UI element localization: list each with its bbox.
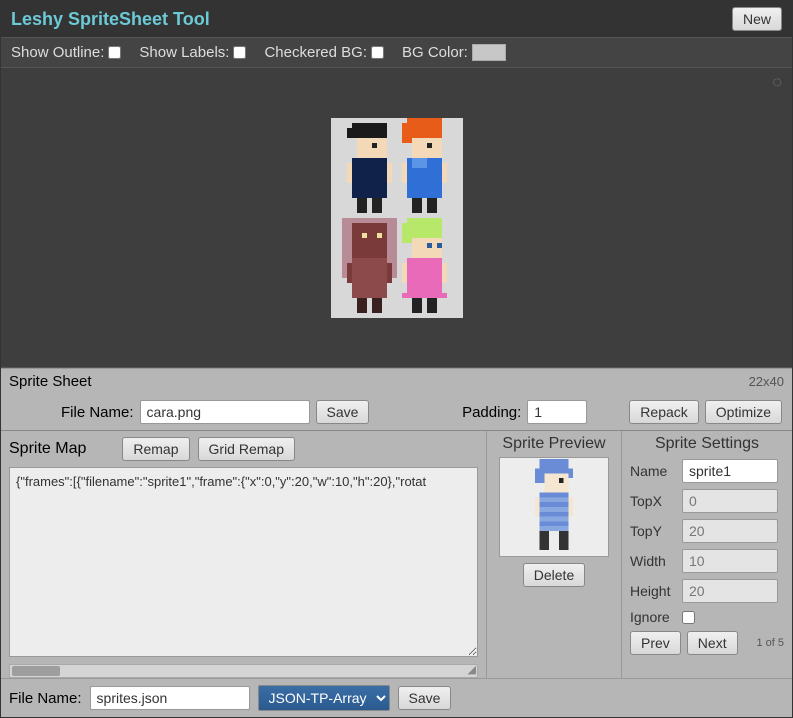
view-toolbar: Show Outline: Show Labels: Checkered BG:…: [1, 38, 792, 68]
spritesheet-controls: File Name: Save Padding: Repack Optimize: [1, 394, 792, 431]
title-bar: Leshy SpriteSheet Tool New: [1, 1, 792, 38]
height-input[interactable]: [682, 579, 778, 603]
sprite-preview-box: [499, 457, 609, 557]
app-title: Leshy SpriteSheet Tool: [11, 9, 210, 30]
bg-color-label: BG Color:: [402, 44, 506, 61]
lower-panels: Sprite Map Remap Grid Remap {"frames":[{…: [1, 431, 792, 678]
scrollbar-thumb[interactable]: [12, 666, 60, 676]
delete-sprite-button[interactable]: Delete: [523, 563, 585, 587]
optimize-button[interactable]: Optimize: [705, 400, 782, 424]
remap-button[interactable]: Remap: [122, 437, 189, 461]
sprite-preview-panel: Sprite Preview: [487, 431, 622, 678]
height-field-label: Height: [630, 583, 676, 599]
sprite-map-panel: Sprite Map Remap Grid Remap {"frames":[{…: [1, 431, 487, 678]
resize-grip-icon[interactable]: ◢: [468, 663, 476, 676]
ignore-checkbox[interactable]: [682, 611, 695, 624]
sprite-preview-image: [524, 459, 584, 555]
spritesheet-header: Sprite Sheet 22x40: [1, 368, 792, 394]
sprite-name-input[interactable]: [682, 459, 778, 483]
loading-icon: ◌: [772, 74, 782, 92]
spritesheet-image[interactable]: [331, 118, 463, 318]
sprite-preview-label: Sprite Preview: [493, 435, 615, 453]
bg-color-text: BG Color:: [402, 44, 468, 61]
topy-field-label: TopY: [630, 523, 676, 539]
show-labels-text: Show Labels:: [139, 44, 229, 61]
show-outline-text: Show Outline:: [11, 44, 104, 61]
checkered-bg-checkbox[interactable]: [371, 46, 384, 59]
prev-sprite-button[interactable]: Prev: [630, 631, 681, 655]
show-outline-checkbox[interactable]: [108, 46, 121, 59]
ignore-field-label: Ignore: [630, 609, 676, 625]
export-format-select[interactable]: JSON-TP-Array: [258, 685, 390, 711]
repack-button[interactable]: Repack: [629, 400, 698, 424]
sprite-settings-panel: Sprite Settings Name TopX TopY Width Hei…: [622, 431, 792, 678]
app-window: Leshy SpriteSheet Tool New Show Outline:…: [0, 0, 793, 718]
show-labels-label: Show Labels:: [139, 44, 246, 61]
width-input[interactable]: [682, 549, 778, 573]
spritesheet-filename-label: File Name:: [61, 404, 134, 421]
export-row: File Name: JSON-TP-Array Save: [1, 678, 792, 717]
padding-label: Padding:: [462, 404, 521, 421]
sprite-settings-label: Sprite Settings: [630, 435, 784, 453]
topx-input[interactable]: [682, 489, 778, 513]
canvas-area[interactable]: ◌: [1, 68, 792, 368]
new-button[interactable]: New: [732, 7, 782, 31]
export-filename-input[interactable]: [90, 686, 250, 710]
sprite-map-textarea[interactable]: {"frames":[{"filename":"sprite1","frame"…: [9, 467, 478, 657]
export-save-button[interactable]: Save: [398, 686, 452, 710]
sprite-map-header: Sprite Map Remap Grid Remap: [9, 435, 478, 467]
show-labels-checkbox[interactable]: [233, 46, 246, 59]
export-filename-label: File Name:: [9, 690, 82, 707]
width-field-label: Width: [630, 553, 676, 569]
grid-remap-button[interactable]: Grid Remap: [198, 437, 295, 461]
topy-input[interactable]: [682, 519, 778, 543]
show-outline-label: Show Outline:: [11, 44, 121, 61]
bg-color-swatch[interactable]: [472, 44, 506, 61]
spritesheet-filename-input[interactable]: [140, 400, 310, 424]
sprite-count: 1 of 5: [756, 637, 784, 649]
topx-field-label: TopX: [630, 493, 676, 509]
padding-input[interactable]: [527, 400, 587, 424]
checkered-bg-label: Checkered BG:: [264, 44, 384, 61]
next-sprite-button[interactable]: Next: [687, 631, 738, 655]
sprite-map-scrollbar[interactable]: ◢: [9, 664, 478, 678]
spritesheet-save-button[interactable]: Save: [316, 400, 370, 424]
spritesheet-dimensions: 22x40: [749, 374, 784, 389]
checkered-bg-text: Checkered BG:: [264, 44, 367, 61]
spritesheet-label: Sprite Sheet: [9, 373, 92, 390]
name-field-label: Name: [630, 463, 676, 479]
sprite-map-label: Sprite Map: [9, 440, 86, 458]
